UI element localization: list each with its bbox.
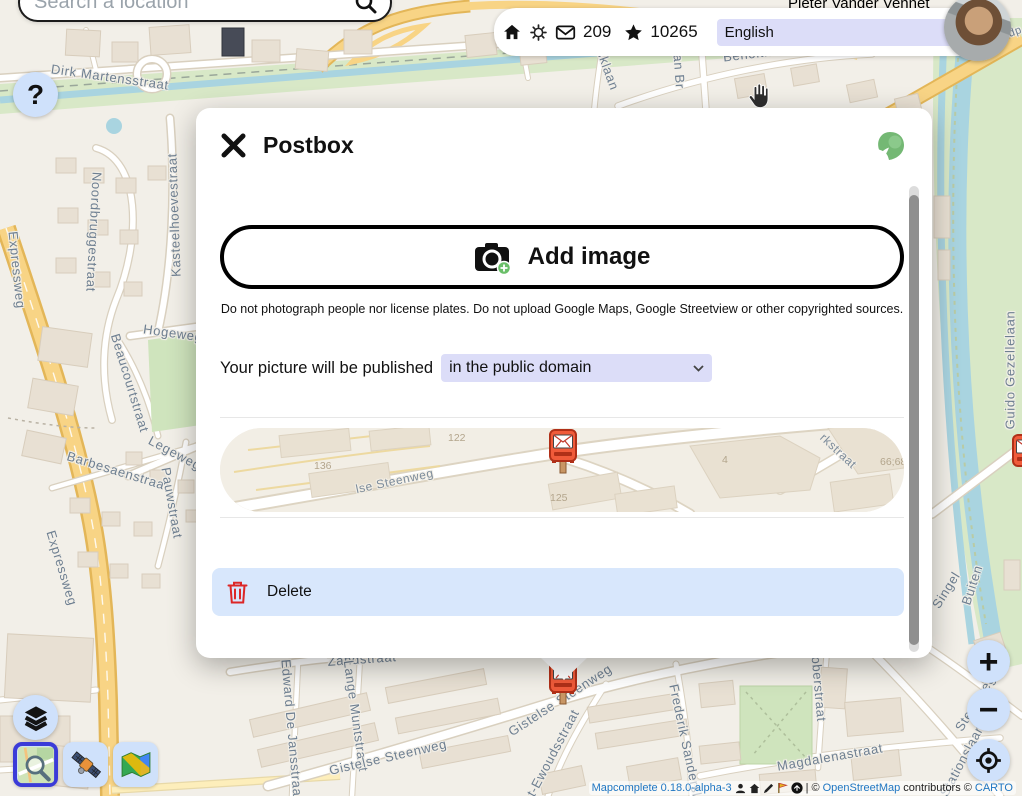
geolocate-button[interactable] bbox=[967, 739, 1010, 782]
help-button[interactable]: ? bbox=[13, 72, 58, 117]
mapcomplete-version-link[interactable]: Mapcomplete 0.18.0-alpha-3 bbox=[592, 782, 732, 794]
user-panel: 209 10265 English bbox=[494, 8, 1006, 56]
house-number: 136 bbox=[314, 460, 332, 472]
crosshair-icon bbox=[975, 747, 1002, 774]
license-prefix: Your picture will be published bbox=[220, 359, 433, 378]
zoom-out-button[interactable]: − bbox=[967, 688, 1010, 731]
image-upload-notice: Do not photograph people nor license pla… bbox=[220, 296, 904, 323]
house-number: 125 bbox=[550, 492, 568, 504]
delete-button[interactable]: Delete bbox=[212, 568, 904, 616]
postbox-dialog: Postbox Add image Do not photograph bbox=[196, 108, 932, 658]
minimap[interactable]: lse Steenweg rkstraat 122 136 125 4 66;6… bbox=[220, 428, 904, 512]
layers-icon bbox=[22, 704, 50, 732]
attribution-middle-text: contributors © bbox=[903, 782, 972, 794]
add-image-label: Add image bbox=[528, 243, 651, 271]
language-select-value: English bbox=[725, 24, 774, 41]
language-select[interactable]: English bbox=[717, 19, 967, 46]
carto-link[interactable]: CARTO bbox=[975, 782, 1013, 794]
search-input[interactable] bbox=[32, 0, 354, 15]
flag-icon bbox=[777, 782, 788, 794]
scrollbar-thumb[interactable] bbox=[909, 195, 919, 645]
dialog-pointer bbox=[540, 657, 588, 680]
attribution-bar: Mapcomplete 0.18.0-alpha-3 | © OpenStree… bbox=[589, 781, 1016, 795]
zoom-in-button[interactable]: + bbox=[967, 640, 1010, 683]
postbox-marker[interactable] bbox=[547, 429, 579, 475]
trash-icon bbox=[226, 580, 249, 605]
attribution-separator: | bbox=[806, 782, 809, 794]
folded-map-icon bbox=[118, 747, 154, 783]
postbox-marker-partial[interactable] bbox=[1010, 434, 1022, 480]
mapcomplete-app: Dirk Martensstraat Noordbruggestraat Kas… bbox=[0, 0, 1022, 796]
divider bbox=[220, 417, 904, 418]
license-select[interactable]: in the public domain bbox=[441, 354, 712, 382]
circle-arrow-icon bbox=[791, 782, 803, 794]
search-bar[interactable] bbox=[18, 0, 392, 22]
background-layers-button[interactable] bbox=[13, 695, 58, 740]
house-number: 122 bbox=[448, 432, 466, 444]
theme-button-osm[interactable] bbox=[13, 742, 58, 787]
theme-button-map[interactable] bbox=[113, 742, 158, 787]
delete-label: Delete bbox=[267, 583, 312, 601]
search-icon[interactable] bbox=[354, 0, 378, 15]
add-image-button[interactable]: Add image bbox=[220, 225, 904, 289]
community-icon bbox=[735, 783, 746, 794]
hand-cursor-icon bbox=[744, 80, 772, 110]
osm-map-magnifier-icon bbox=[17, 746, 55, 784]
camera-icon bbox=[474, 240, 514, 275]
copyright-symbol: © bbox=[811, 782, 819, 794]
star-icon[interactable] bbox=[624, 23, 643, 42]
license-row: Your picture will be published in the pu… bbox=[220, 354, 904, 382]
house-number: 4 bbox=[722, 454, 728, 466]
street-label: Guido Gezellelaan bbox=[1003, 311, 1018, 430]
dialog-header: Postbox bbox=[196, 108, 932, 182]
pencil-icon bbox=[763, 783, 774, 794]
close-icon[interactable] bbox=[220, 132, 247, 159]
house-number: 66;68 bbox=[880, 456, 904, 468]
theme-button-aerial[interactable] bbox=[63, 742, 108, 787]
changeset-count: 10265 bbox=[650, 22, 697, 42]
dialog-scrollbar[interactable] bbox=[909, 186, 919, 652]
help-label: ? bbox=[27, 79, 44, 111]
messages-count: 209 bbox=[583, 22, 611, 42]
osm-link[interactable]: OpenStreetMap bbox=[823, 782, 901, 794]
messages-envelope-icon[interactable] bbox=[555, 23, 576, 42]
divider bbox=[220, 517, 904, 518]
mapcomplete-logo-icon bbox=[874, 130, 906, 162]
home-small-icon bbox=[749, 783, 760, 794]
chevron-down-icon bbox=[693, 365, 704, 372]
satellite-icon bbox=[68, 747, 104, 783]
settings-gear-icon[interactable] bbox=[529, 23, 548, 42]
license-select-value: in the public domain bbox=[449, 359, 591, 377]
home-icon[interactable] bbox=[502, 22, 522, 42]
dialog-title: Postbox bbox=[263, 132, 354, 159]
